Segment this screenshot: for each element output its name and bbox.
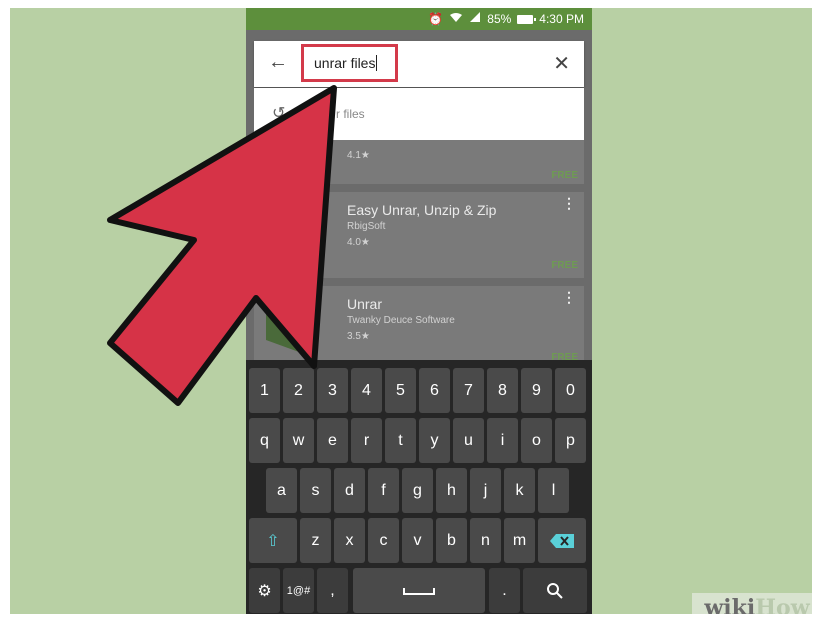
wikihow-watermark: wiki How: [692, 593, 812, 614]
watermark-wiki: wiki: [704, 594, 756, 615]
watermark-how: How: [755, 594, 810, 615]
background: ⏰ 85% 4:30 PM 4.1★ FREE Easy Unrar, Unzi…: [10, 8, 812, 614]
pointer-arrow-icon: [107, 85, 337, 406]
